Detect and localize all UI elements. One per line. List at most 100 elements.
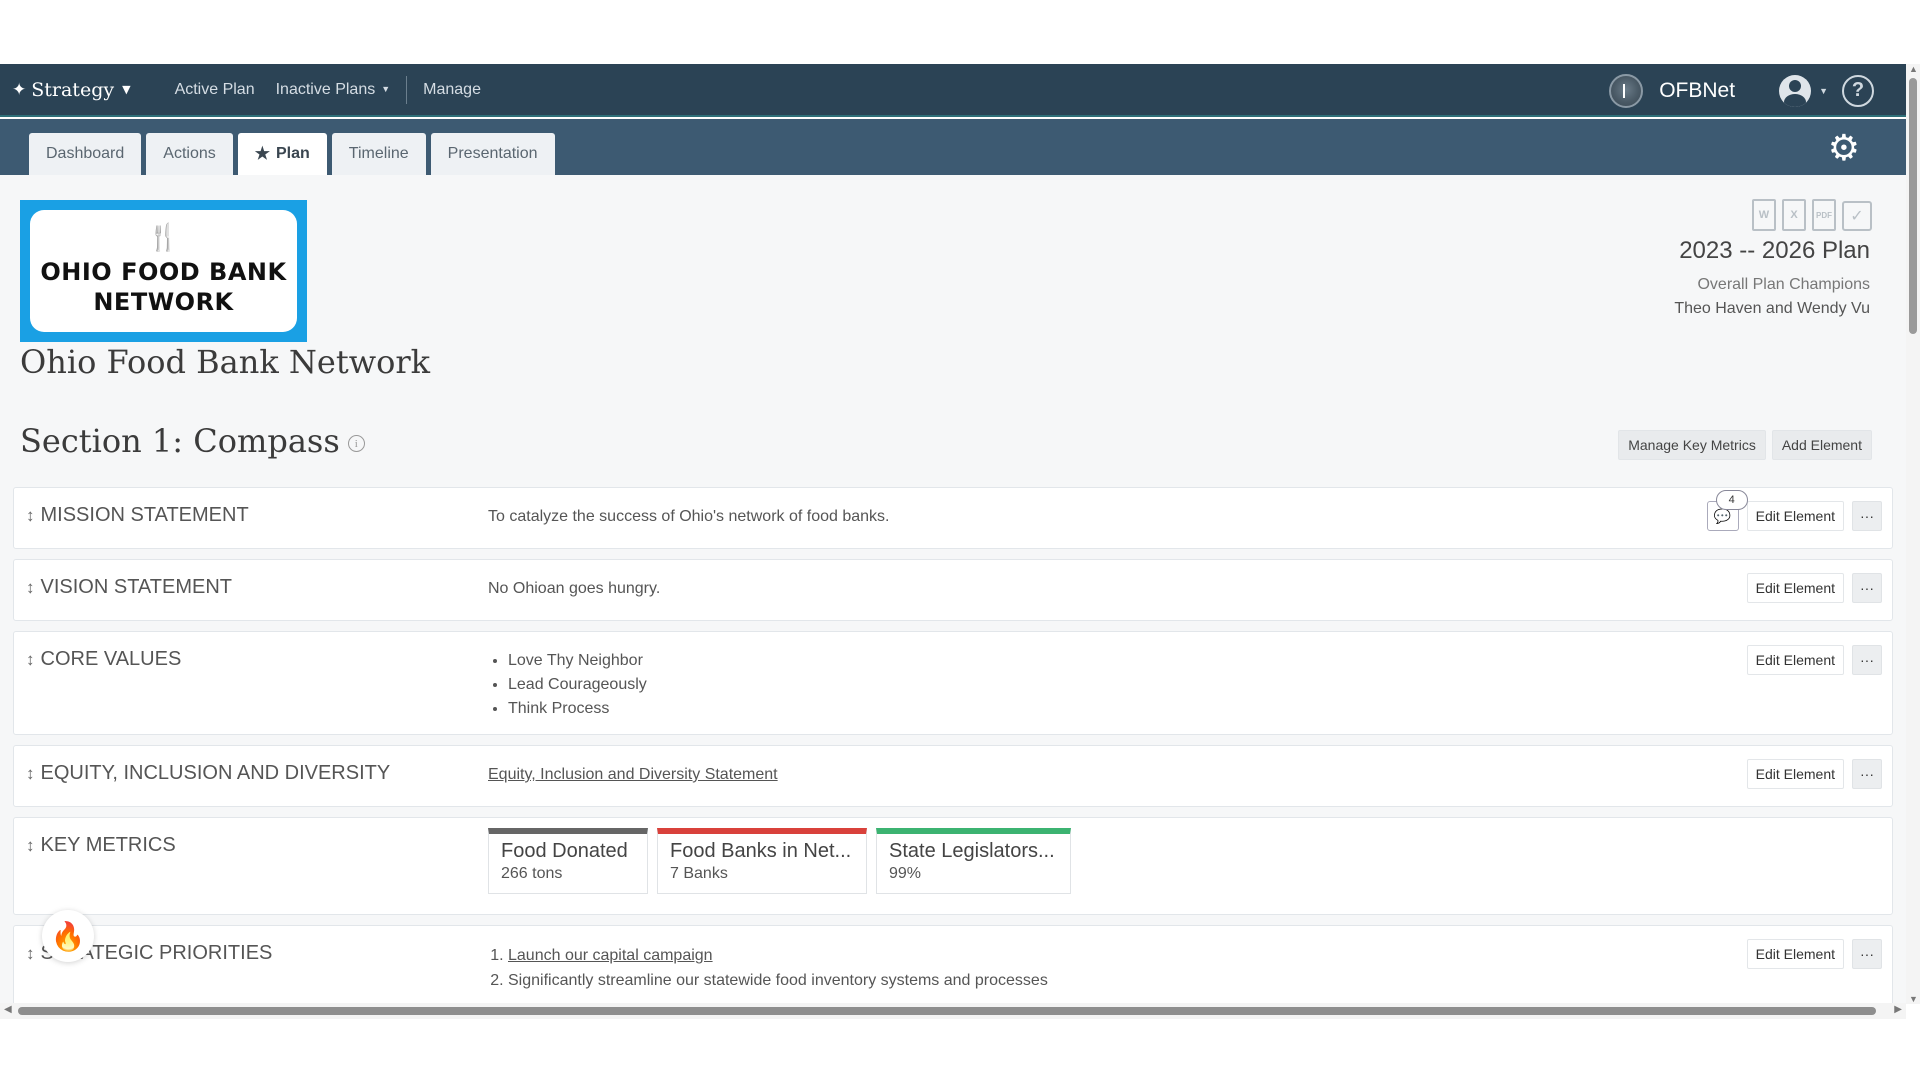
add-element-button[interactable]: Add Element [1771, 430, 1872, 460]
scroll-right-icon[interactable]: ▶ [1894, 1004, 1902, 1015]
org-logo: 🍴 OHIO FOOD BANK NETWORK [20, 200, 307, 342]
equity-statement-link[interactable]: Equity, Inclusion and Diversity Statemen… [488, 766, 778, 783]
metric-title: Food Donated [501, 840, 628, 862]
scrollbar-thumb[interactable] [1909, 78, 1917, 334]
tab-plan[interactable]: ★ Plan [237, 133, 327, 175]
section-title-text: Section 1: Compass [20, 422, 340, 460]
edit-element-button[interactable]: Edit Element [1746, 573, 1844, 603]
top-right-controls: OFBNet ▼ ? [1609, 64, 1906, 117]
metric-card-food-banks[interactable]: Food Banks in Net... 7 Banks [657, 828, 867, 894]
list-item: Lead Courageously [508, 673, 647, 697]
drag-handle-icon[interactable]: ↕ [26, 578, 35, 597]
drag-handle-icon[interactable]: ↕ [26, 836, 35, 855]
tab-actions[interactable]: Actions [146, 133, 233, 175]
element-label: ↕ MISSION STATEMENT [26, 504, 249, 527]
nav-manage[interactable]: Manage [423, 81, 481, 99]
help-icon[interactable]: ? [1842, 74, 1874, 107]
drag-handle-icon[interactable]: ↕ [26, 764, 35, 783]
edit-element-button[interactable]: Edit Element [1746, 645, 1844, 675]
more-options-button[interactable]: ··· [1852, 645, 1882, 675]
more-options-button[interactable]: ··· [1852, 501, 1882, 531]
element-label: ↕ EQUITY, INCLUSION AND DIVERSITY [26, 762, 390, 785]
brand-label: Strategy [31, 78, 115, 101]
element-value: No Ohioan goes hungry. [488, 580, 661, 597]
priority-link[interactable]: Launch our capital campaign [508, 947, 713, 964]
element-label-text: VISION STATEMENT [40, 576, 233, 598]
comment-icon[interactable]: 💬 4 [1706, 490, 1748, 531]
metric-value: 7 Banks [670, 865, 728, 882]
element-row-strategic-priorities: ↕STRATEGIC PRIORITIES Launch our capital… [13, 925, 1893, 1007]
org-avatar-icon[interactable] [1609, 73, 1644, 108]
compass-icon: ✦ [12, 79, 27, 100]
calendar-check-icon[interactable]: ✓ [1842, 201, 1872, 231]
element-label: ↕ KEY METRICS [26, 834, 176, 857]
element-label-text: KEY METRICS [40, 834, 176, 856]
element-value: Equity, Inclusion and Diversity Statemen… [488, 766, 778, 784]
tab-plan-label: Plan [276, 145, 310, 162]
chevron-down-icon[interactable]: ▼ [1819, 86, 1828, 96]
element-row-equity: ↕ EQUITY, INCLUSION AND DIVERSITY Equity,… [13, 745, 1893, 807]
edit-element-button[interactable]: Edit Element [1746, 501, 1844, 531]
tab-dashboard[interactable]: Dashboard [29, 133, 142, 175]
excel-icon[interactable]: X [1782, 199, 1806, 231]
flame-icon[interactable]: 🔥 [42, 910, 94, 962]
element-row-core-values: ↕ CORE VALUES Love Thy Neighbor Lead Cour… [13, 631, 1893, 735]
metric-value: 99% [889, 865, 922, 882]
scrollbar-thumb[interactable] [18, 1007, 1876, 1015]
element-value: To catalyze the success of Ohio's networ… [488, 508, 890, 525]
element-label-text: CORE VALUES [40, 648, 182, 670]
org-name[interactable]: OFBNet [1659, 79, 1735, 103]
logo-text-line2: NETWORK [93, 288, 234, 316]
element-row-vision: ↕ VISION STATEMENT No Ohioan goes hungry.… [13, 559, 1893, 621]
metric-card-food-donated[interactable]: Food Donated 266 tons [488, 828, 648, 894]
chevron-down-icon: ▼ [381, 84, 391, 95]
manage-key-metrics-button[interactable]: Manage Key Metrics [1618, 430, 1766, 460]
metric-title: State Legislators... [889, 840, 1055, 862]
list-item: Love Thy Neighbor [508, 649, 647, 673]
plan-years: 2023 -- 2026 Plan [1679, 237, 1870, 264]
edit-element-button[interactable]: Edit Element [1746, 939, 1844, 969]
scroll-up-icon[interactable]: ▲ [1909, 64, 1918, 74]
tab-timeline[interactable]: Timeline [331, 133, 426, 175]
more-options-button[interactable]: ··· [1852, 573, 1882, 603]
chevron-down-icon: ▼ [122, 83, 131, 96]
element-label: ↕ VISION STATEMENT [26, 576, 232, 599]
strategy-menu[interactable]: ✦ Strategy ▼ [12, 79, 131, 101]
edit-element-button[interactable]: Edit Element [1746, 759, 1844, 789]
nav-divider [406, 75, 408, 104]
metric-title: Food Banks in Net... [670, 840, 852, 862]
star-icon: ★ [254, 144, 270, 163]
word-icon[interactable]: W [1752, 199, 1776, 231]
drag-handle-icon[interactable]: ↕ [26, 650, 35, 669]
pdf-icon[interactable]: PDF [1812, 199, 1836, 231]
more-options-button[interactable]: ··· [1852, 759, 1882, 789]
nav-inactive-plans[interactable]: Inactive Plans ▼ [276, 81, 391, 99]
fork-spoon-icon: 🍴 [147, 223, 180, 253]
logo-text-line1: OHIO FOOD BANK [40, 258, 287, 286]
plan-content: 🍴 OHIO FOOD BANK NETWORK Ohio Food Bank … [0, 175, 1906, 1007]
user-avatar-icon[interactable] [1779, 74, 1812, 107]
metric-card-state-legislators[interactable]: State Legislators... 99% [876, 828, 1071, 894]
scroll-down-icon[interactable]: ▼ [1909, 994, 1918, 1004]
vertical-scrollbar[interactable]: ▲ ▼ [1906, 64, 1920, 1004]
top-nav-bar: ✦ Strategy ▼ Active Plan Inactive Plans ▼… [0, 64, 1906, 117]
tab-presentation[interactable]: Presentation [430, 133, 555, 175]
element-label: ↕ CORE VALUES [26, 648, 181, 671]
more-options-button[interactable]: ··· [1852, 939, 1882, 969]
list-item: Think Process [508, 697, 647, 721]
scroll-left-icon[interactable]: ◀ [4, 1004, 12, 1015]
info-icon[interactable]: i [347, 435, 365, 452]
export-icons: W X PDF ✓ [1752, 199, 1872, 231]
nav-active-plan[interactable]: Active Plan [175, 81, 255, 99]
champions-label: Overall Plan Champions [1697, 276, 1870, 293]
section-title: Section 1: Compass i [20, 422, 365, 460]
element-label-text: MISSION STATEMENT [40, 504, 249, 526]
horizontal-scrollbar[interactable]: ◀ ▶ [0, 1003, 1906, 1019]
drag-handle-icon[interactable]: ↕ [26, 506, 35, 525]
metric-value: 266 tons [501, 865, 563, 882]
drag-handle-icon[interactable]: ↕ [26, 944, 35, 963]
element-label-text: EQUITY, INCLUSION AND DIVERSITY [40, 762, 391, 784]
gear-icon[interactable]: ⚙ [1828, 127, 1860, 169]
list-item: Launch our capital campaign [508, 943, 1048, 968]
tab-bar: Dashboard Actions ★ Plan Timeline Presen… [0, 119, 1906, 175]
